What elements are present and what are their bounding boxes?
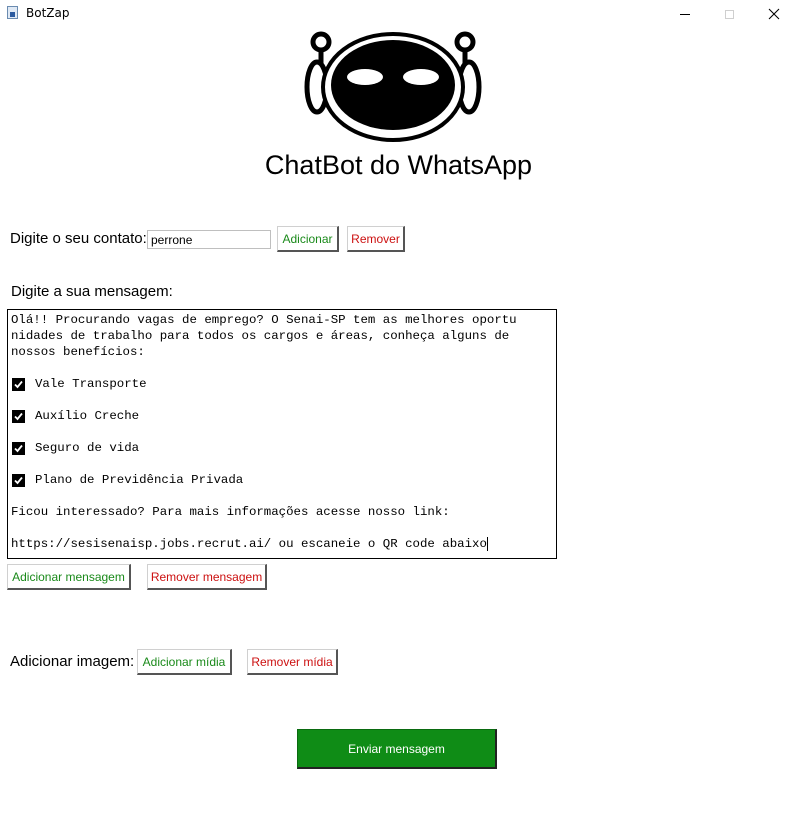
remove-media-button[interactable]: Remover mídia — [247, 649, 338, 675]
benefit-label: Auxílio Creche — [35, 409, 140, 423]
robot-icon — [304, 31, 482, 142]
benefit-label: Plano de Previdência Privada — [35, 473, 244, 487]
check-mark-icon — [12, 377, 25, 391]
check-mark-icon — [12, 409, 25, 423]
window-title: BotZap — [26, 6, 70, 20]
remove-message-button[interactable]: Remover mensagem — [147, 564, 267, 590]
image-label: Adicionar imagem: — [10, 653, 135, 670]
benefit-item: Vale Transporte — [11, 376, 553, 392]
message-line: nidades de trabalho para todos os cargos… — [11, 329, 510, 343]
app-icon — [7, 6, 18, 19]
check-mark-icon — [12, 441, 25, 455]
benefit-label: Seguro de vida — [35, 441, 140, 455]
benefit-label: Vale Transporte — [35, 377, 147, 391]
benefit-item: Seguro de vida — [11, 440, 553, 456]
minimize-button[interactable] — [662, 0, 708, 28]
text-cursor — [486, 536, 488, 551]
app-title: ChatBot do WhatsApp — [264, 150, 533, 180]
contact-label: Digite o seu contato: — [10, 230, 147, 247]
title-bar: BotZap — [0, 0, 797, 28]
maximize-button[interactable] — [706, 0, 752, 28]
add-message-button[interactable]: Adicionar mensagem — [7, 564, 131, 590]
contact-input[interactable] — [147, 230, 271, 249]
benefit-item: Auxílio Creche — [11, 408, 553, 424]
close-icon — [768, 8, 780, 20]
remove-contact-button[interactable]: Remover — [347, 226, 405, 252]
minimize-icon — [680, 13, 690, 15]
add-media-button[interactable]: Adicionar mídia — [137, 649, 232, 675]
message-line: Olá!! Procurando vagas de emprego? O Sen… — [11, 313, 517, 327]
add-contact-button[interactable]: Adicionar — [277, 226, 339, 252]
send-message-button[interactable]: Enviar mensagem — [297, 729, 497, 769]
check-mark-icon — [12, 473, 25, 487]
benefit-item: Plano de Previdência Privada — [11, 472, 553, 488]
close-button[interactable] — [751, 0, 797, 28]
message-link-text: https://sesisenaisp.jobs.recrut.ai/ ou e… — [11, 537, 487, 551]
message-link-line: https://sesisenaisp.jobs.recrut.ai/ ou e… — [11, 536, 553, 552]
message-line: nossos benefícios: — [11, 345, 145, 359]
message-textarea[interactable]: Olá!! Procurando vagas de emprego? O Sen… — [7, 309, 557, 559]
message-closing: Ficou interessado? Para mais informações… — [11, 505, 450, 519]
message-label: Digite a sua mensagem: — [11, 283, 173, 300]
maximize-icon — [724, 9, 734, 19]
